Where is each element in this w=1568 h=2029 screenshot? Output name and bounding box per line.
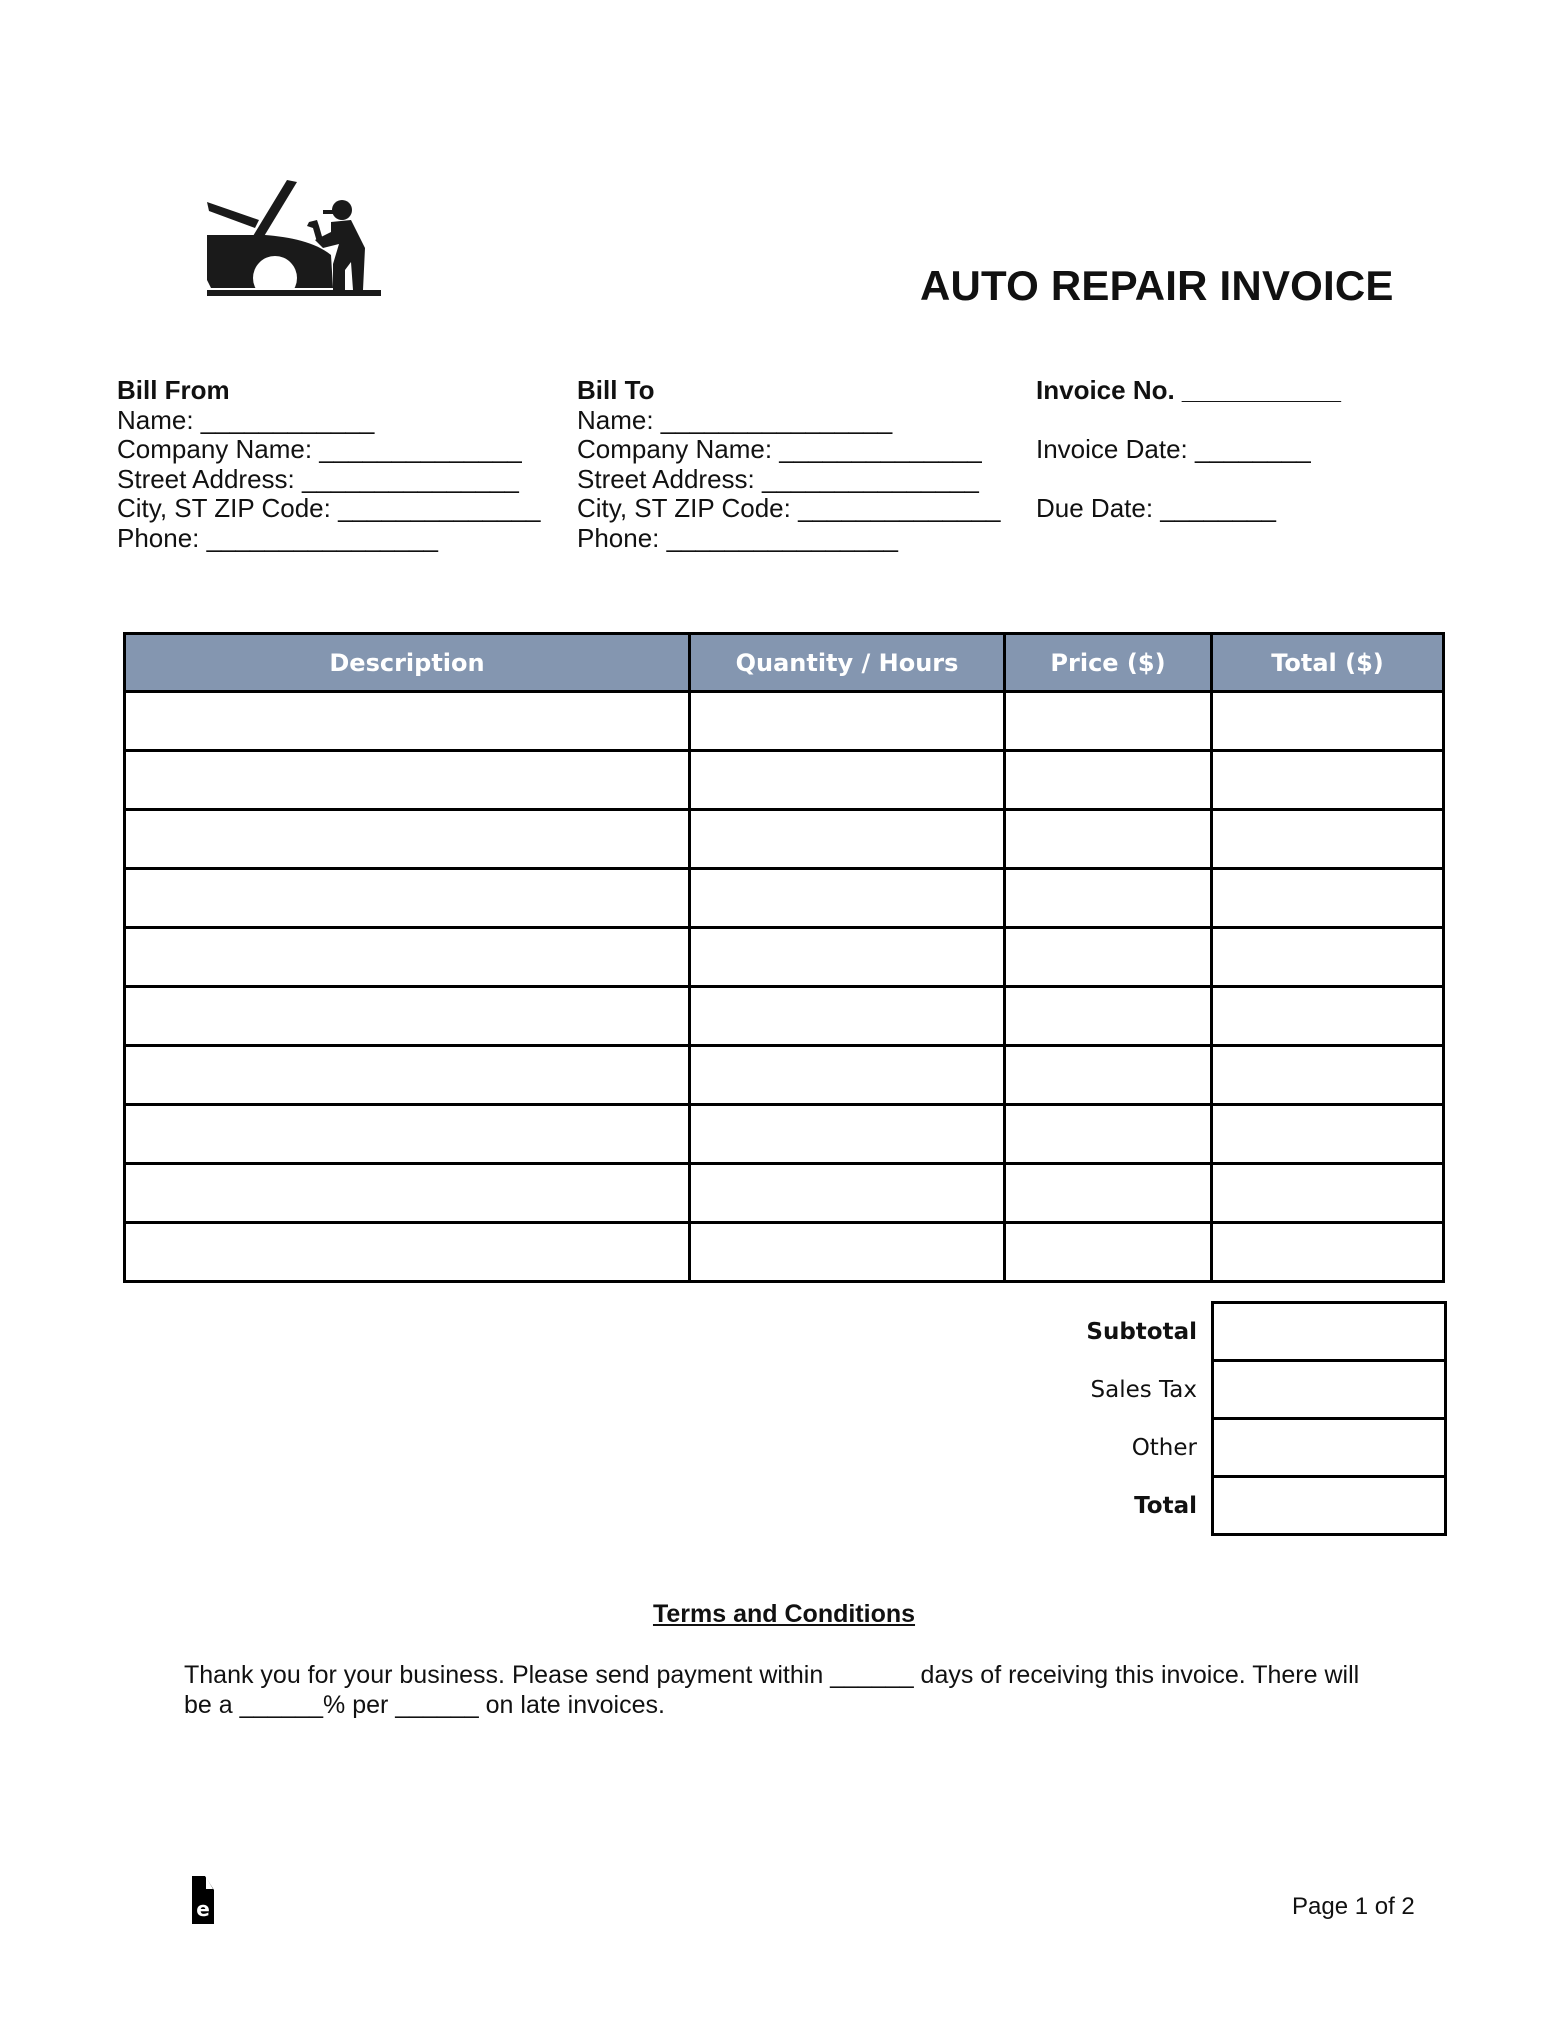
quantity-hours-cell[interactable]: [688, 690, 1006, 752]
quantity-hours-cell[interactable]: [688, 1103, 1006, 1165]
quantity-hours-cell[interactable]: [688, 1221, 1006, 1283]
eforms-document-icon: e: [192, 1876, 214, 1924]
bill-from-company-field[interactable]: Company Name: ______________: [117, 434, 541, 465]
total-value-cell[interactable]: [1211, 1475, 1447, 1536]
description-cell[interactable]: [123, 926, 691, 988]
invoice-info-section: Invoice No. ___________ Invoice Date: __…: [1036, 375, 1341, 524]
bill-to-name-field[interactable]: Name: ________________: [577, 405, 1001, 436]
page-number: Page 1 of 2: [1292, 1893, 1415, 1920]
bill-to-heading: Bill To: [577, 375, 655, 405]
price-cell[interactable]: [1003, 867, 1213, 929]
total-cell[interactable]: [1210, 1103, 1445, 1165]
quantity-hours-cell[interactable]: [688, 1044, 1006, 1106]
terms-body-text: Thank you for your business. Please send…: [184, 1661, 1360, 1719]
bill-to-company-field[interactable]: Company Name: ______________: [577, 434, 1001, 465]
quantity-hours-cell[interactable]: [688, 926, 1006, 988]
column-header-quantity-hours: Quantity / Hours: [688, 632, 1006, 693]
total-cell[interactable]: [1210, 867, 1445, 929]
due-date-field[interactable]: Due Date: ________: [1036, 493, 1341, 524]
svg-text:e: e: [196, 1897, 210, 1921]
price-cell[interactable]: [1003, 808, 1213, 870]
mechanic-car-repair-icon: [207, 180, 381, 300]
bill-from-name-field[interactable]: Name: ____________: [117, 405, 541, 436]
quantity-hours-cell[interactable]: [688, 1162, 1006, 1224]
description-cell[interactable]: [123, 867, 691, 929]
table-row: [123, 985, 1445, 1047]
quantity-hours-cell[interactable]: [688, 867, 1006, 929]
table-body: [123, 690, 1445, 1283]
sales-tax-label: Sales Tax: [1090, 1376, 1197, 1403]
price-cell[interactable]: [1003, 1103, 1213, 1165]
total-cell[interactable]: [1210, 808, 1445, 870]
bill-to-city-field[interactable]: City, ST ZIP Code: ______________: [577, 493, 1001, 524]
total-cell[interactable]: [1210, 690, 1445, 752]
other-row: Other: [1000, 1417, 1447, 1478]
sales-tax-value-cell[interactable]: [1211, 1359, 1447, 1420]
price-cell[interactable]: [1003, 1221, 1213, 1283]
bill-from-section: Bill From Name: ____________ Company Nam…: [117, 375, 541, 554]
quantity-hours-cell[interactable]: [688, 808, 1006, 870]
line-items-table: Description Quantity / Hours Price ($) T…: [123, 632, 1445, 1283]
description-cell[interactable]: [123, 690, 691, 752]
description-cell[interactable]: [123, 1103, 691, 1165]
bill-from-city-field[interactable]: City, ST ZIP Code: ______________: [117, 493, 541, 524]
table-row: [123, 867, 1445, 929]
table-row: [123, 1103, 1445, 1165]
column-header-total: Total ($): [1210, 632, 1445, 693]
terms-heading: Terms and Conditions: [652, 1600, 916, 1628]
totals-table: Subtotal Sales Tax Other Total: [1000, 1301, 1447, 1536]
invoice-number-field[interactable]: Invoice No. ___________: [1036, 375, 1341, 406]
description-cell[interactable]: [123, 1044, 691, 1106]
bill-to-section: Bill To Name: ________________ Company N…: [577, 375, 1001, 554]
table-row: [123, 1044, 1445, 1106]
table-row: [123, 1162, 1445, 1224]
total-row: Total: [1000, 1475, 1447, 1536]
total-cell[interactable]: [1210, 1162, 1445, 1224]
subtotal-value-cell[interactable]: [1211, 1301, 1447, 1362]
price-cell[interactable]: [1003, 749, 1213, 811]
other-label: Other: [1131, 1434, 1197, 1461]
table-row: [123, 808, 1445, 870]
total-label: Total: [1134, 1492, 1197, 1519]
quantity-hours-cell[interactable]: [688, 749, 1006, 811]
table-row: [123, 690, 1445, 752]
description-cell[interactable]: [123, 985, 691, 1047]
description-cell[interactable]: [123, 1221, 691, 1283]
bill-from-heading: Bill From: [117, 375, 230, 405]
description-cell[interactable]: [123, 808, 691, 870]
price-cell[interactable]: [1003, 690, 1213, 752]
total-cell[interactable]: [1210, 1221, 1445, 1283]
column-header-price: Price ($): [1003, 632, 1213, 693]
table-row: [123, 749, 1445, 811]
bill-from-phone-field[interactable]: Phone: ________________: [117, 523, 541, 554]
sales-tax-row: Sales Tax: [1000, 1359, 1447, 1420]
price-cell[interactable]: [1003, 1162, 1213, 1224]
table-header-row: Description Quantity / Hours Price ($) T…: [123, 632, 1445, 693]
document-title: AUTO REPAIR INVOICE: [920, 262, 1394, 309]
subtotal-row: Subtotal: [1000, 1301, 1447, 1362]
price-cell[interactable]: [1003, 985, 1213, 1047]
quantity-hours-cell[interactable]: [688, 985, 1006, 1047]
invoice-date-field[interactable]: Invoice Date: ________: [1036, 434, 1341, 465]
price-cell[interactable]: [1003, 926, 1213, 988]
price-cell[interactable]: [1003, 1044, 1213, 1106]
total-cell[interactable]: [1210, 985, 1445, 1047]
description-cell[interactable]: [123, 749, 691, 811]
bill-from-street-field[interactable]: Street Address: _______________: [117, 464, 541, 495]
column-header-description: Description: [123, 632, 691, 693]
other-value-cell[interactable]: [1211, 1417, 1447, 1478]
subtotal-label: Subtotal: [1086, 1318, 1197, 1345]
table-row: [123, 926, 1445, 988]
bill-to-phone-field[interactable]: Phone: ________________: [577, 523, 1001, 554]
total-cell[interactable]: [1210, 1044, 1445, 1106]
table-row: [123, 1221, 1445, 1283]
description-cell[interactable]: [123, 1162, 691, 1224]
total-cell[interactable]: [1210, 926, 1445, 988]
bill-to-street-field[interactable]: Street Address: _______________: [577, 464, 1001, 495]
total-cell[interactable]: [1210, 749, 1445, 811]
